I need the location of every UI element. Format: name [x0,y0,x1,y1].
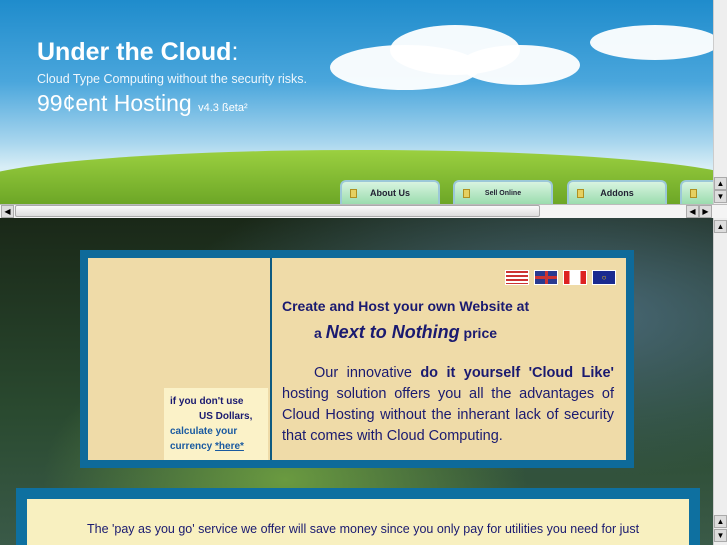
scroll-down-button[interactable]: ▼ [714,190,727,203]
site-subtitle: Cloud Type Computing without the securit… [37,72,308,86]
canada-flag-icon[interactable] [563,270,587,285]
tab-icon [690,189,697,198]
pay-as-you-go-box: The 'pay as you go' service we offer wil… [16,488,700,545]
currency-note: if you don't use US Dollars, calculate y… [164,388,268,460]
intro-box: if you don't use US Dollars, calculate y… [80,250,634,468]
scrollbar-thumb[interactable] [15,205,540,217]
tab-addons[interactable]: Addons [567,180,667,204]
site-title: Under the Cloud: [37,38,239,66]
scroll-right-button[interactable]: ▶ [699,205,712,218]
us-flag-icon[interactable] [505,270,529,285]
scroll-up-button[interactable]: ▲ [714,177,727,190]
tab-icon [350,189,357,198]
content-frame: if you don't use US Dollars, calculate y… [0,218,713,545]
language-flags: ○ [505,270,616,285]
left-cell: if you don't use US Dollars, calculate y… [88,258,272,460]
header-vertical-scrollbar[interactable]: ▲ ▼ [713,0,727,204]
tab-icon [463,189,470,198]
scroll-left-button[interactable]: ◀ [1,205,14,218]
tab-more[interactable] [680,180,713,204]
cloud [460,45,580,85]
next-to-nothing-line: a Next to Nothing price [314,322,498,342]
intro-paragraph: Our innovative do it yourself 'Cloud Lik… [282,365,614,444]
scroll-left-button-2[interactable]: ◀ [686,205,699,218]
currency-line: calculate your [170,426,238,437]
uk-flag-icon[interactable] [534,270,558,285]
tab-sell-online[interactable]: Sell Online [453,180,553,204]
currency-line: US Dollars, [199,411,253,422]
currency-line: if you don't use [170,396,244,407]
content-vertical-scrollbar[interactable]: ▲ ▲ ▼ [713,218,727,545]
currency-line: currency [170,441,216,452]
main-heading: Create and Host your own Website at [282,298,530,314]
eu-flag-icon[interactable]: ○ [592,270,616,285]
pay-as-you-go-text: The 'pay as you go' service we offer wil… [27,499,689,545]
tab-about-us[interactable]: About Us [340,180,440,204]
header-frame: Under the Cloud: Cloud Type Computing wi… [0,0,713,204]
scroll-up-button-2[interactable]: ▲ [714,515,727,528]
scroll-down-button[interactable]: ▼ [714,529,727,542]
scroll-up-button[interactable]: ▲ [714,220,727,233]
currency-here-link[interactable]: *here* [215,441,244,452]
cloud [590,25,713,60]
tab-icon [577,189,584,198]
hosting-title: 99¢ent Hosting v4.3 ßeta² [37,90,248,116]
horizontal-scrollbar[interactable]: ◀ ◀ ▶ [0,204,727,218]
right-cell: ○ Create and Host your own Website at a … [272,258,626,460]
